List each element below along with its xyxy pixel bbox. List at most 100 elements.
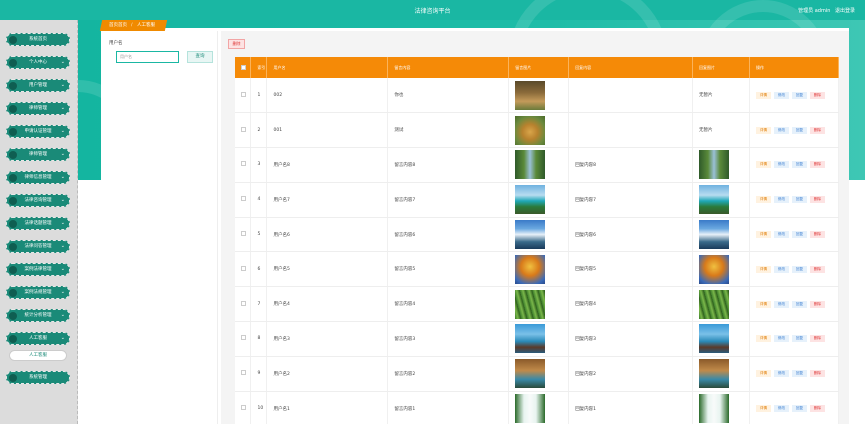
detail-button[interactable]: 详情 xyxy=(756,300,772,308)
message-image-thumbnail[interactable] xyxy=(515,359,546,389)
reply-image-thumbnail[interactable] xyxy=(699,324,730,354)
row-checkbox[interactable] xyxy=(241,300,246,306)
reply-button[interactable]: 回复 xyxy=(792,300,808,308)
row-checkbox[interactable] xyxy=(241,231,246,237)
edit-button[interactable]: 修改 xyxy=(774,196,790,204)
detail-button[interactable]: 详情 xyxy=(756,161,772,169)
reply-button[interactable]: 回复 xyxy=(792,91,808,99)
edit-button[interactable]: 修改 xyxy=(774,126,790,134)
breadcrumb-home[interactable]: 首页首页 xyxy=(109,20,127,31)
delete-button[interactable]: 删除 xyxy=(810,161,826,169)
message-image-thumbnail[interactable] xyxy=(515,289,546,319)
edit-button[interactable]: 修改 xyxy=(774,405,790,413)
detail-button[interactable]: 详情 xyxy=(756,231,772,239)
reply-button[interactable]: 回复 xyxy=(792,126,808,134)
select-all-checkbox[interactable] xyxy=(241,64,246,70)
reply-button[interactable]: 回复 xyxy=(792,161,808,169)
reply-button[interactable]: 回复 xyxy=(792,370,808,378)
sidebar-item[interactable]: 法律话题管理 ⌄ xyxy=(6,217,70,230)
search-button[interactable]: 查询 xyxy=(187,51,213,63)
message-image-thumbnail[interactable] xyxy=(515,324,546,354)
message-image-thumbnail[interactable] xyxy=(515,254,546,284)
sidebar-item[interactable]: 法律问答管理 ⌄ xyxy=(6,240,70,253)
reply-button[interactable]: 回复 xyxy=(792,335,808,343)
delete-button[interactable]: 删除 xyxy=(810,370,826,378)
delete-button[interactable]: 删除 xyxy=(810,196,826,204)
row-checkbox[interactable] xyxy=(241,126,246,132)
cell-actions: 详情 修改 回复 删除 xyxy=(749,391,839,424)
reply-image-thumbnail[interactable] xyxy=(699,185,730,215)
sidebar-item[interactable]: 个人中心 ⌄ xyxy=(6,56,70,69)
detail-button[interactable]: 详情 xyxy=(756,265,772,273)
logout-link[interactable]: 退出登录 xyxy=(835,8,855,14)
detail-button[interactable]: 详情 xyxy=(756,370,772,378)
row-checkbox[interactable] xyxy=(241,91,246,97)
sidebar-item[interactable]: 案例法规管理 ⌄ xyxy=(6,286,70,299)
reply-button[interactable]: 回复 xyxy=(792,405,808,413)
delete-button[interactable]: 删除 xyxy=(810,126,826,134)
chevron-down-icon: ⌄ xyxy=(60,174,65,180)
sidebar-item[interactable]: 申请认证管理 ⌄ xyxy=(6,125,70,138)
edit-button[interactable]: 修改 xyxy=(774,300,790,308)
sidebar-item[interactable]: 律师管理 ⌄ xyxy=(6,102,70,115)
bulk-delete-button[interactable]: 删除 xyxy=(228,39,245,49)
sidebar-item[interactable]: 人工客服 ⌄ xyxy=(6,332,70,345)
detail-button[interactable]: 详情 xyxy=(756,91,772,99)
reply-image-thumbnail[interactable] xyxy=(699,289,730,319)
detail-button[interactable]: 详情 xyxy=(756,196,772,204)
edit-button[interactable]: 修改 xyxy=(774,370,790,378)
row-checkbox[interactable] xyxy=(241,265,246,271)
sidebar-subitem-active[interactable]: 人工客服 xyxy=(9,350,67,361)
delete-button[interactable]: 删除 xyxy=(810,405,826,413)
sidebar-item[interactable]: 统计分析管理 ⌄ xyxy=(6,309,70,322)
sidebar-item[interactable]: 案例法律管理 ⌄ xyxy=(6,263,70,276)
message-image-thumbnail[interactable] xyxy=(515,220,546,250)
breadcrumb: 首页首页 / 人工客服 xyxy=(99,20,168,31)
table-area: 删除 索引 用户名 留言内容 留言图片 回复内容 回复图片 操作 1 002 你也无… xyxy=(221,31,849,424)
sidebar-item[interactable]: 律师管理 ⌄ xyxy=(6,148,70,161)
reply-image-thumbnail[interactable] xyxy=(699,359,730,389)
message-image-thumbnail[interactable] xyxy=(515,80,546,110)
row-checkbox[interactable] xyxy=(241,161,246,167)
delete-button[interactable]: 删除 xyxy=(810,265,826,273)
reply-image-thumbnail[interactable] xyxy=(699,394,730,424)
delete-button[interactable]: 删除 xyxy=(810,335,826,343)
reply-image-thumbnail[interactable] xyxy=(699,254,730,284)
row-checkbox[interactable] xyxy=(241,405,246,411)
message-image-thumbnail[interactable] xyxy=(515,150,546,180)
edit-button[interactable]: 修改 xyxy=(774,91,790,99)
search-input[interactable]: 用户名 xyxy=(116,51,179,63)
reply-button[interactable]: 回复 xyxy=(792,265,808,273)
reply-image-thumbnail[interactable] xyxy=(699,150,730,180)
reply-button[interactable]: 回复 xyxy=(792,231,808,239)
detail-button[interactable]: 详情 xyxy=(756,126,772,134)
cell-reply-image xyxy=(692,286,751,323)
delete-button[interactable]: 删除 xyxy=(810,91,826,99)
sidebar-item[interactable]: 用户管理 ⌄ xyxy=(6,79,70,92)
sidebar-item-label: 人工客服 xyxy=(29,336,47,341)
edit-button[interactable]: 修改 xyxy=(774,231,790,239)
edit-button[interactable]: 修改 xyxy=(774,161,790,169)
cell-select xyxy=(235,251,252,288)
message-image-thumbnail[interactable] xyxy=(515,394,546,424)
edit-button[interactable]: 修改 xyxy=(774,335,790,343)
detail-button[interactable]: 详情 xyxy=(756,405,772,413)
sidebar-item[interactable]: 系统首页 xyxy=(6,33,70,46)
reply-button[interactable]: 回复 xyxy=(792,196,808,204)
row-checkbox[interactable] xyxy=(241,370,246,376)
sidebar-item[interactable]: 律师信息管理 ⌄ xyxy=(6,171,70,184)
reply-image-thumbnail[interactable] xyxy=(699,220,730,250)
row-checkbox[interactable] xyxy=(241,196,246,202)
edit-button[interactable]: 修改 xyxy=(774,265,790,273)
cell-select xyxy=(235,391,252,424)
cell-username: 用户名1 xyxy=(266,391,389,424)
message-image-thumbnail[interactable] xyxy=(515,115,546,145)
sidebar-item-system[interactable]: 系统管理 xyxy=(6,371,70,384)
delete-button[interactable]: 删除 xyxy=(810,231,826,239)
message-image-thumbnail[interactable] xyxy=(515,185,546,215)
header-actions: 操作 xyxy=(749,57,839,78)
row-checkbox[interactable] xyxy=(241,335,246,341)
delete-button[interactable]: 删除 xyxy=(810,300,826,308)
sidebar-item[interactable]: 法律咨询管理 ⌄ xyxy=(6,194,70,207)
detail-button[interactable]: 详情 xyxy=(756,335,772,343)
